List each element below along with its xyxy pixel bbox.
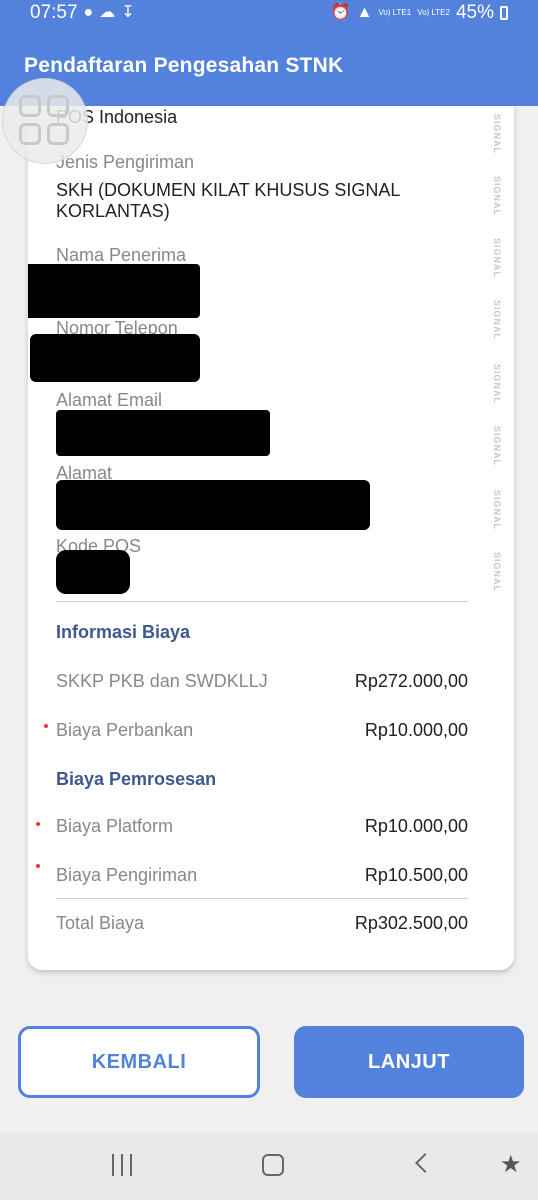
floating-grid-button[interactable] <box>2 78 88 164</box>
fee-amount: Rp272.000,00 <box>354 671 468 691</box>
signal-lte1-icon: Vo) LTE1 <box>378 8 412 17</box>
fee-amount: Rp10.500,00 <box>364 865 468 885</box>
watermark-text: SIGNAL <box>492 490 502 531</box>
back-icon[interactable] <box>415 1153 435 1173</box>
watermark-text: SIGNAL <box>492 552 502 593</box>
watermark-text: SIGNAL <box>492 300 502 341</box>
email-label: Alamat Email <box>56 390 163 410</box>
required-dot <box>44 724 48 728</box>
recent-apps-icon[interactable] <box>112 1154 134 1176</box>
fee-amount: Rp10.000,00 <box>364 720 468 740</box>
accessibility-icon[interactable]: ★ <box>500 1150 522 1179</box>
status-right: ⏰ ▲ Vo) LTE1 Vo) LTE2 45% <box>331 2 508 24</box>
redacted-address <box>56 480 370 530</box>
shipping-type-value: SKH (DOKUMEN KILAT KHUSUS SIGNAL KORLANT… <box>56 180 400 221</box>
redacted-email <box>56 410 270 456</box>
required-dot <box>36 822 40 826</box>
alarm-icon: ⏰ <box>330 4 351 21</box>
battery-icon <box>500 6 508 20</box>
fee-amount: Rp10.000,00 <box>364 816 468 836</box>
watermark-text: SIGNAL <box>492 176 502 217</box>
wifi-icon: ▲ <box>356 4 373 21</box>
summary-card: SIGNAL SIGNAL SIGNAL SIGNAL SIGNAL SIGNA… <box>28 106 514 970</box>
total-label: Total Biaya <box>56 913 145 933</box>
download-icon: ↧ <box>121 4 135 21</box>
fee-label: Biaya Platform <box>56 816 174 836</box>
total-amount: Rp302.500,00 <box>354 913 468 933</box>
cloud-icon: ☁ <box>99 4 116 21</box>
system-nav-bar: ★ <box>0 1132 538 1200</box>
watermark-text: SIGNAL <box>492 426 502 467</box>
watermark-text: SIGNAL <box>492 238 502 279</box>
divider <box>56 898 468 899</box>
redacted-phone <box>30 334 200 382</box>
fee-label: Biaya Perbankan <box>56 720 194 740</box>
redacted-recipient <box>28 264 200 318</box>
whatsapp-icon: ● <box>83 4 94 21</box>
status-time: 07:57 <box>30 2 78 23</box>
watermark-text: SIGNAL <box>492 364 502 405</box>
recipient-label: Nama Penerima <box>56 245 187 265</box>
battery-level: 45% <box>455 2 494 23</box>
app-bar: Pendaftaran Pengesahan STNK <box>0 26 538 106</box>
next-button[interactable]: LANJUT <box>294 1026 524 1098</box>
fee-label: SKKP PKB dan SWDKLLJ <box>56 671 268 691</box>
section-title-biaya: Informasi Biaya <box>56 622 191 642</box>
fee-label: Biaya Pengiriman <box>56 865 198 885</box>
watermark-text: SIGNAL <box>492 114 502 155</box>
status-bar: 07:57 ● ☁ ↧ ⏰ ▲ Vo) LTE1 Vo) LTE2 45% <box>0 0 538 26</box>
back-button[interactable]: KEMBALI <box>18 1026 260 1098</box>
status-left: 07:57 ● ☁ ↧ <box>30 2 135 24</box>
home-icon[interactable] <box>262 1154 284 1176</box>
required-dot <box>36 864 40 868</box>
shipping-type-label: Jenis Pengiriman <box>56 152 195 172</box>
divider <box>56 601 468 602</box>
section-title-pemrosesan: Biaya Pemrosesan <box>56 769 217 789</box>
signal-lte2-icon: Vo) LTE2 <box>417 8 450 17</box>
page-title: Pendaftaran Pengesahan STNK <box>24 54 344 77</box>
redacted-postal-code <box>56 550 130 594</box>
